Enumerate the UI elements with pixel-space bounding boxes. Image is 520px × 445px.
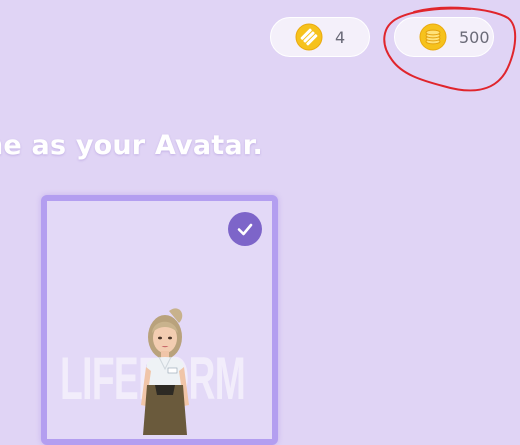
coin-stack-icon	[419, 23, 447, 51]
tickets-count: 4	[335, 27, 346, 47]
check-icon	[237, 223, 253, 236]
avatar-figure	[141, 308, 189, 435]
page-headline: ne as your Avatar.	[0, 130, 263, 161]
avatar-card[interactable]: LIFEFORM	[41, 195, 278, 445]
tickets-counter[interactable]: 4	[270, 17, 370, 57]
selected-badge	[228, 212, 262, 246]
ticket-icon	[295, 23, 323, 51]
coins-counter[interactable]: 500	[394, 17, 494, 57]
coins-count: 500	[459, 27, 490, 47]
